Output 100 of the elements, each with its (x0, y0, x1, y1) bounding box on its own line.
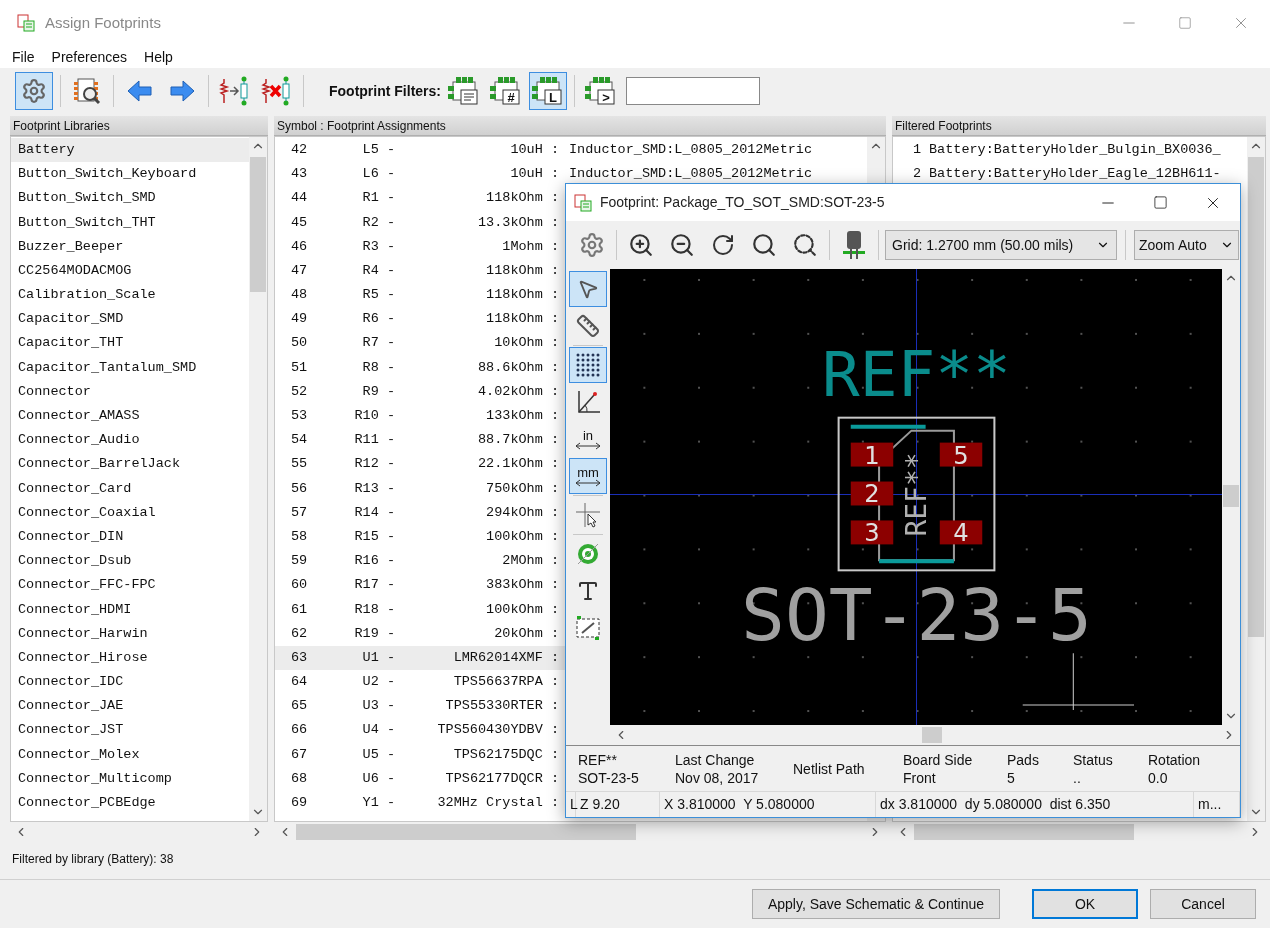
library-item[interactable]: Connector_DIN (11, 525, 249, 550)
library-item[interactable]: Connector_Molex (11, 742, 249, 767)
grid-toggle-button[interactable] (569, 347, 607, 383)
vertical-scrollbar[interactable] (249, 137, 267, 821)
library-item[interactable]: Connector_PCBEdge (11, 791, 249, 816)
value-cell-text: 4.02kOhm : (477, 382, 559, 401)
menu-item[interactable]: Preferences (51, 46, 128, 68)
row-number: 50 (290, 334, 309, 353)
row-number: 54 (290, 431, 309, 450)
row-number: 56 (290, 479, 309, 498)
library-item[interactable]: Calibration_Scale (11, 283, 249, 308)
footprint-row[interactable]: 2 Battery:BatteryHolder_Eagle_12BH611- (893, 162, 1247, 187)
library-item[interactable]: Capacitor_Tantalum_SMD (11, 355, 249, 380)
scrollbar-thumb[interactable] (296, 824, 636, 840)
reference-cell-text: R19 - (353, 624, 395, 643)
reference-cell-text: L5 - (361, 140, 395, 159)
info-label: Last Change (675, 750, 756, 769)
footprint-cell-text: Inductor_SMD:L_0805_2012Metric (569, 140, 813, 159)
dialog-button[interactable]: Cancel (1150, 889, 1256, 919)
library-item[interactable]: CC2564MODACMOG (11, 258, 249, 284)
settings-button[interactable] (15, 72, 53, 110)
value-cell-text: 294kOhm : (485, 503, 559, 522)
app-icon (17, 14, 35, 32)
assignment-row[interactable]: 42 L5 - 10uH : Inductor_SMD:L_0805_2012Metric (275, 138, 867, 163)
scrollbar-thumb[interactable] (1223, 485, 1239, 507)
library-item[interactable]: Connector_JAE (11, 694, 249, 719)
scrollbar-thumb[interactable] (250, 157, 266, 292)
row-number: 44 (290, 189, 309, 208)
info-value: .. (1073, 768, 1082, 787)
reference-cell-text: U4 - (361, 721, 395, 740)
library-item[interactable]: Buzzer_Beeper (11, 234, 249, 259)
row-number: 61 (290, 600, 309, 619)
library-item[interactable]: Connector_Harwin (11, 621, 249, 646)
info-label: Status (1073, 750, 1114, 769)
library-item[interactable]: Button_Switch_Keyboard (11, 162, 249, 187)
library-item[interactable]: Connector_IDC (11, 670, 249, 695)
info-value: SOT-23-5 (578, 768, 640, 787)
status-text: Filtered by library (Battery): 38 (12, 852, 174, 866)
value-cell-text: TPS55330RTER : (444, 697, 559, 716)
library-item[interactable]: Connector_Dsub (11, 549, 249, 574)
value-cell-text: 100kOhm : (485, 527, 559, 546)
library-item[interactable]: Button_Switch_THT (11, 210, 249, 235)
gear-icon (579, 232, 605, 258)
library-item[interactable]: Connector_HDMI (11, 597, 249, 622)
value-cell-text: 20kOhm : (493, 624, 559, 643)
library-item[interactable]: Connector_BarrelJack (11, 452, 249, 477)
units-toggle-button[interactable]: in (569, 421, 607, 457)
library-item[interactable]: Connector_AMASS (11, 404, 249, 429)
library-item[interactable]: Battery (11, 138, 249, 163)
row-number: 1 (911, 140, 921, 159)
value-cell-text: 10uH : (509, 140, 559, 159)
reference-cell-text: R13 - (353, 479, 395, 498)
maximize-icon[interactable] (1153, 195, 1168, 210)
value-cell-text: 118kOhm : (485, 189, 559, 208)
library-item[interactable]: Connector_JST (11, 718, 249, 743)
info-label: REF** (578, 750, 618, 769)
reference-cell-text: R4 - (361, 261, 395, 280)
info-value: Front (903, 768, 937, 787)
right-arrow-icon (168, 79, 196, 103)
status-bar-field: L (566, 792, 576, 817)
crosshair-pointer-icon (575, 502, 601, 528)
library-item[interactable]: Connector_Audio (11, 428, 249, 453)
library-item[interactable]: Connector_Hirose (11, 645, 249, 671)
zoom-dropdown[interactable]: Zoom Auto (1134, 230, 1239, 260)
menu-item[interactable]: File (12, 46, 35, 68)
value-cell-text: 100kOhm : (485, 600, 559, 619)
row-number: 65 (290, 697, 309, 716)
filter-search-field[interactable] (626, 77, 760, 105)
library-item[interactable]: Connector (11, 379, 249, 405)
text-icon (576, 579, 600, 603)
value-cell-text: 10kOhm : (493, 334, 559, 353)
reference-cell-text: R14 - (353, 503, 395, 522)
units-toggle-button[interactable]: mm (569, 458, 607, 494)
footprint-name: Battery:BatteryHolder_Bulgin_BX0036_ (929, 140, 1221, 159)
reference-cell-text: R9 - (361, 382, 395, 401)
select-tool-button[interactable] (569, 271, 607, 307)
dialog-button[interactable]: OK (1032, 889, 1138, 919)
scrollbar-thumb[interactable] (922, 727, 942, 743)
vertical-scrollbar[interactable] (1247, 137, 1265, 821)
library-item[interactable]: Capacitor_THT (11, 331, 249, 356)
library-item[interactable]: Button_Switch_SMD (11, 186, 249, 211)
library-item[interactable]: Connector_Multicomp (11, 766, 249, 792)
grid-dropdown[interactable]: Grid: 1.2700 mm (50.00 mils) (885, 230, 1117, 260)
dialog-button[interactable]: Apply, Save Schematic & Continue (752, 889, 1000, 919)
reference-cell-text: U5 - (361, 745, 395, 764)
row-number: 47 (290, 261, 309, 280)
menu-item[interactable]: Help (144, 46, 173, 68)
ruler-icon (576, 314, 600, 338)
fab-reference-text: REF** (899, 452, 933, 537)
value-cell-text: TPS560430YDBV : (436, 721, 559, 740)
scrollbar-thumb[interactable] (1248, 157, 1264, 637)
library-item[interactable]: Capacitor_SMD (11, 307, 249, 332)
library-item[interactable]: Connector_FFC-FPC (11, 573, 249, 598)
info-value: 5 (1007, 768, 1016, 787)
scrollbar-thumb[interactable] (914, 824, 1134, 840)
footprint-row[interactable]: 1 Battery:BatteryHolder_Bulgin_BX0036_ (893, 138, 1247, 163)
library-item[interactable]: Connector_Card (11, 476, 249, 501)
library-item[interactable]: Connector_Coaxial (11, 500, 249, 525)
assignment-row[interactable]: 43 L6 - 10uH : Inductor_SMD:L_0805_2012Metric (275, 162, 867, 187)
resistor-arrow-icon (219, 75, 251, 107)
